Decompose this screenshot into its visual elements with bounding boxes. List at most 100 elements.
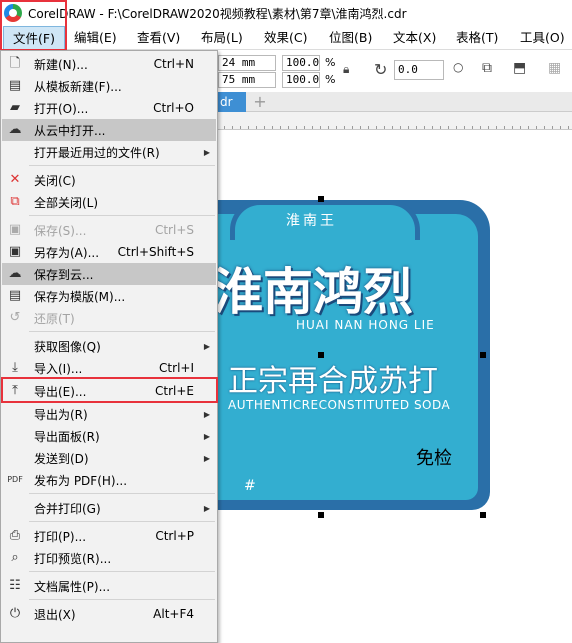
menu-item-save-as-template[interactable]: ▤ 保存为模版(M)... — [2, 285, 216, 307]
menu-item-shortcut: Ctrl+P — [155, 529, 194, 543]
menu-item-new[interactable]: 🗋 新建(N)... Ctrl+N — [2, 53, 216, 75]
selection-handle-top[interactable] — [318, 196, 324, 202]
menu-item-export[interactable]: ⤒ 导出(E)... Ctrl+E — [2, 380, 216, 402]
menu-item-exit[interactable]: ⏻ 退出(X) Alt+F4 — [2, 603, 216, 625]
window-title: CorelDRAW - F:\CorelDRAW2020视频教程\素材\第7章\… — [28, 6, 407, 21]
menu-item-label: 从云中打开... — [34, 123, 106, 138]
menu-text[interactable]: 文本(X) — [393, 26, 436, 50]
menu-item-publish-pdf[interactable]: PDF 发布为 PDF(H)... — [2, 469, 216, 491]
submenu-arrow-icon: ▶ — [203, 453, 210, 463]
menu-item-save[interactable]: ▣ 保存(S)... Ctrl+S — [2, 219, 216, 241]
menu-item-shortcut: Ctrl+E — [155, 384, 194, 398]
menu-item-open[interactable]: ▰ 打开(O)... Ctrl+O — [2, 97, 216, 119]
menu-effects[interactable]: 效果(C) — [264, 26, 307, 50]
rotation-angle-field[interactable]: 0.0 — [394, 60, 444, 80]
menu-separator — [29, 599, 215, 600]
menu-bitmaps[interactable]: 位图(B) — [329, 26, 372, 50]
menu-item-label: 打开(O)... — [34, 101, 89, 116]
menu-item-label: 文档属性(P)... — [34, 579, 111, 594]
menu-item-close[interactable]: ✕ 关闭(C) — [2, 169, 216, 191]
menu-item-shortcut: Ctrl+O — [153, 101, 194, 115]
artwork-slogan: 正宗再合成苏打 — [228, 364, 438, 399]
cloud-download-icon: ☁ — [8, 122, 22, 137]
menu-item-label: 新建(N)... — [34, 57, 88, 72]
menu-item-export-panel[interactable]: 导出面板(R) ▶ — [2, 425, 216, 447]
artwork-english: AUTHENTICRECONSTITUTED SODA — [228, 398, 451, 412]
selection-handle-bottom-right[interactable] — [480, 512, 486, 518]
menu-item-label: 打印(P)... — [34, 529, 87, 544]
menu-item-label: 保存到云... — [34, 267, 94, 282]
menu-item-label: 退出(X) — [34, 607, 76, 622]
menu-item-document-properties[interactable]: ☷ 文档属性(P)... — [2, 575, 216, 597]
menu-item-label: 打开最近用过的文件(R) — [34, 145, 160, 160]
object-height-field[interactable]: 75 mm — [218, 72, 276, 88]
cloud-upload-icon: ☁ — [8, 266, 22, 281]
rotate-icon: ↻ — [374, 60, 388, 79]
menu-item-import[interactable]: ⤓ 导入(I)... Ctrl+I — [2, 357, 216, 379]
new-document-icon: 🗋 — [9, 56, 21, 71]
menu-item-merge-print[interactable]: 合并打印(G) ▶ — [2, 497, 216, 519]
menu-item-acquire-image[interactable]: 获取图像(Q) ▶ — [2, 335, 216, 357]
menu-layout[interactable]: 布局(L) — [201, 26, 243, 50]
object-width-field[interactable]: 24 mm — [218, 55, 276, 71]
menu-item-label: 导出为(R) — [34, 407, 88, 422]
lock-ratio-icon[interactable]: 🔒︎ — [343, 62, 349, 77]
menu-file[interactable]: 文件(F) — [3, 25, 65, 50]
selection-handle-bottom[interactable] — [318, 512, 324, 518]
menu-item-open-from-cloud[interactable]: ☁ 从云中打开... — [2, 119, 216, 141]
menu-item-label: 从模板新建(F)... — [34, 79, 122, 94]
menu-tools[interactable]: 工具(O) — [520, 26, 565, 50]
save-template-icon: ▤ — [8, 288, 22, 303]
menu-item-close-all[interactable]: ⧉ 全部关闭(L) — [2, 191, 216, 213]
menu-item-label: 全部关闭(L) — [34, 195, 99, 210]
menu-item-label: 打印预览(R)... — [34, 551, 112, 566]
menu-separator — [29, 571, 215, 572]
mirror-horizontal-icon[interactable]: ⧉ — [482, 60, 492, 76]
selection-handle-right[interactable] — [480, 352, 486, 358]
menu-item-save-to-cloud[interactable]: ☁ 保存到云... — [2, 263, 216, 285]
menu-item-revert[interactable]: ↺ 还原(T) — [2, 307, 216, 329]
close-all-icon: ⧉ — [10, 194, 20, 209]
menu-edit[interactable]: 编辑(E) — [74, 26, 117, 50]
artwork-main-title: 淮南鸿烈 — [213, 263, 413, 321]
file-menu-dropdown: 🗋 新建(N)... Ctrl+N ▤ 从模板新建(F)... ▰ 打开(O).… — [0, 50, 218, 643]
menu-item-open-recent[interactable]: 打开最近用过的文件(R) ▶ — [2, 141, 216, 163]
menu-item-label: 发布为 PDF(H)... — [34, 473, 128, 488]
menu-item-print[interactable]: ⎙ 打印(P)... Ctrl+P — [2, 525, 216, 547]
document-tab[interactable]: dr — [216, 92, 246, 112]
import-icon: ⤓ — [12, 360, 18, 375]
mirror-vertical-icon[interactable]: ⬒ — [513, 60, 526, 76]
submenu-arrow-icon: ▶ — [203, 341, 210, 351]
coreldraw-window: CorelDRAW - F:\CorelDRAW2020视频教程\素材\第7章\… — [0, 0, 572, 643]
menu-view[interactable]: 查看(V) — [137, 26, 180, 50]
menu-table[interactable]: 表格(T) — [456, 26, 498, 50]
submenu-arrow-icon: ▶ — [203, 147, 210, 157]
artwork-badge: 免检 — [416, 448, 452, 469]
scale-x-field[interactable]: 100.0 — [282, 55, 320, 71]
menu-bar: 文件(F) 编辑(E) 查看(V) 布局(L) 效果(C) 位图(B) 文本(X… — [0, 25, 572, 50]
menu-item-shortcut: Ctrl+I — [159, 361, 194, 375]
menu-item-shortcut: Alt+F4 — [153, 607, 194, 621]
menu-item-new-from-template[interactable]: ▤ 从模板新建(F)... — [2, 75, 216, 97]
menu-item-save-as[interactable]: ▣ 另存为(A)... Ctrl+Shift+S — [2, 241, 216, 263]
add-tab-icon[interactable]: + — [250, 92, 270, 112]
menu-item-send-to[interactable]: 发送到(D) ▶ — [2, 447, 216, 469]
wrap-text-icon[interactable]: ▦ — [548, 60, 561, 76]
horizontal-ruler[interactable] — [216, 112, 572, 130]
menu-item-export-as[interactable]: 导出为(R) ▶ — [2, 403, 216, 425]
coreldraw-logo-icon — [4, 4, 22, 22]
menu-item-label: 导出(E)... — [34, 384, 87, 399]
menu-item-shortcut: Ctrl+S — [154, 223, 194, 237]
menu-item-shortcut: Ctrl+N — [153, 57, 194, 71]
scale-y-field[interactable]: 100.0 — [282, 72, 320, 88]
menu-separator — [29, 331, 215, 332]
title-bar: CorelDRAW - F:\CorelDRAW2020视频教程\素材\第7章\… — [0, 0, 572, 26]
menu-item-label: 合并打印(G) — [34, 501, 101, 516]
selection-handle-center[interactable] — [318, 352, 324, 358]
artwork-pinyin: HUAI NAN HONG LIE — [296, 318, 435, 332]
menu-item-print-preview[interactable]: ⌕ 打印预览(R)... — [2, 547, 216, 569]
close-document-icon: ✕ — [9, 172, 21, 187]
artwork-brand-text: 淮南王 — [286, 213, 337, 229]
power-icon: ⏻ — [9, 606, 21, 621]
submenu-arrow-icon: ▶ — [203, 409, 210, 419]
